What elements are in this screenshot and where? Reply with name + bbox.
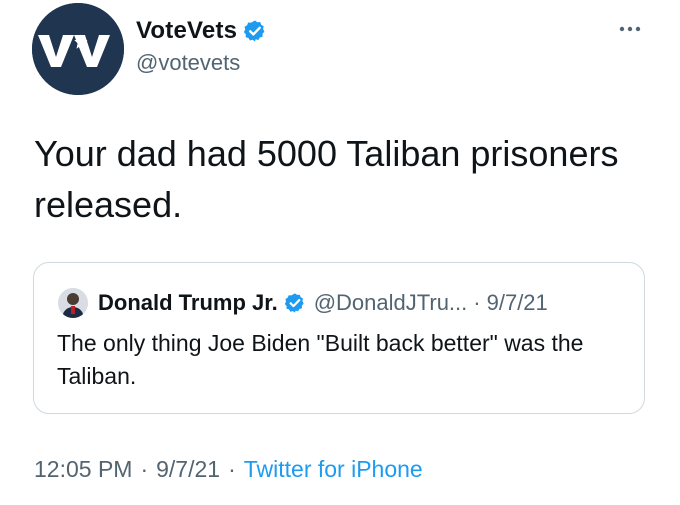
author-handle[interactable]: @votevets xyxy=(136,50,240,76)
meta-separator: · xyxy=(228,456,236,482)
quoted-separator: · xyxy=(473,290,481,315)
quoted-date[interactable]: 9/7/21 xyxy=(487,290,548,316)
more-options-icon[interactable] xyxy=(614,18,650,40)
votevets-logo-icon xyxy=(32,3,124,95)
tweet-source-link[interactable]: Twitter for iPhone xyxy=(244,456,423,483)
tweet-time[interactable]: 12:05 PM xyxy=(34,456,132,483)
meta-separator: · xyxy=(140,456,149,482)
quoted-header: Donald Trump Jr. @DonaldJTru... · 9/7/21 xyxy=(98,287,548,319)
verified-badge-icon xyxy=(284,292,306,314)
tweet-metadata: 12:05 PM · 9/7/21 · Twitter for iPhone xyxy=(34,456,423,483)
tweet-date[interactable]: 9/7/21 xyxy=(156,456,220,483)
quoted-handle[interactable]: @DonaldJTru... xyxy=(314,290,468,316)
author-avatar[interactable] xyxy=(32,3,124,95)
quoted-author-avatar[interactable] xyxy=(58,288,88,318)
quoted-text: The only thing Joe Biden "Built back bet… xyxy=(57,330,584,389)
tweet-card: VoteVets @votevets Your dad had 5000 Tal… xyxy=(0,0,680,505)
quoted-display-name[interactable]: Donald Trump Jr. xyxy=(98,290,278,316)
quoted-tweet[interactable]: Donald Trump Jr. @DonaldJTru... · 9/7/21… xyxy=(33,262,645,414)
author-name-row: VoteVets xyxy=(136,14,267,48)
author-display-name[interactable]: VoteVets xyxy=(136,17,237,45)
tweet-text: Your dad had 5000 Taliban prisoners rele… xyxy=(34,133,619,225)
verified-badge-icon xyxy=(243,19,267,43)
person-photo-icon xyxy=(58,288,88,318)
